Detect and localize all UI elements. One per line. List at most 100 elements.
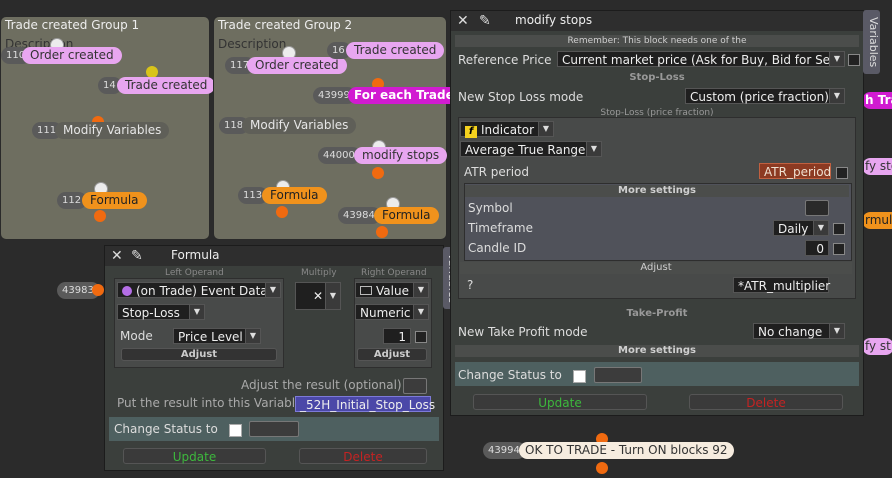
node-ok-to-trade[interactable]: OK TO TRADE - Turn ON blocks 92 — [519, 442, 734, 459]
pin-icon[interactable]: ✎ — [479, 14, 491, 28]
adjust-result-label: Adjust the result (optional): — [241, 378, 406, 392]
new-tp-mode-label: New Take Profit mode — [458, 325, 588, 339]
dialog-titlebar[interactable] — [451, 11, 863, 31]
take-profit-section: Take-Profit — [626, 308, 688, 319]
change-status-input[interactable] — [594, 367, 642, 383]
operator-select[interactable]: ✕ ▼ — [295, 282, 341, 310]
timeframe-select[interactable]: Daily ▼ — [773, 220, 829, 236]
update-button[interactable]: Update — [473, 394, 647, 410]
node-modify-variables[interactable]: Modify Variables — [55, 122, 170, 139]
chevron-down-icon: ▼ — [413, 305, 428, 319]
left-source-select[interactable]: (on Trade) Event Data ▼ — [117, 282, 281, 298]
atr-period-input[interactable]: ATR_period — [759, 163, 831, 179]
right-value-input[interactable]: 1 — [383, 328, 411, 344]
node-port[interactable] — [94, 210, 106, 222]
delete-button[interactable]: Delete — [299, 448, 427, 464]
adjust-section: Adjust — [460, 262, 852, 274]
node-order-created[interactable]: Order created — [247, 57, 347, 74]
node-modify-stops[interactable]: modify stops — [354, 147, 448, 164]
dialog-titlebar[interactable] — [105, 246, 443, 266]
node-modify-stops-partial[interactable]: fy st — [862, 338, 892, 355]
put-result-label: Put the result into this Variable: — [117, 396, 307, 410]
node-trade-created[interactable]: Trade created — [117, 77, 216, 94]
adjust-input[interactable]: *ATR_multiplier — [733, 277, 830, 293]
candle-id-checkbox[interactable] — [833, 243, 845, 255]
remember-note: Remember: This block needs one of the — [455, 35, 859, 47]
candle-id-label: Candle ID — [468, 241, 527, 255]
node-for-each-trade-partial[interactable]: h Tra — [862, 92, 892, 109]
more-settings-label: More settings — [465, 185, 849, 197]
timeframe-checkbox[interactable] — [833, 223, 845, 235]
new-sl-mode-label: New Stop Loss mode — [458, 90, 584, 104]
node-port[interactable] — [376, 226, 388, 238]
change-status-checkbox[interactable] — [573, 370, 586, 383]
node-for-each-trade[interactable]: For each Trade — [348, 87, 460, 104]
node-formula[interactable]: Formula — [374, 207, 439, 224]
group-title: Trade created Group 2 — [218, 18, 353, 32]
delete-button[interactable]: Delete — [689, 394, 843, 410]
symbol-input[interactable] — [805, 200, 829, 216]
chevron-down-icon: ▼ — [189, 305, 204, 319]
node-modify-stops-partial[interactable]: fy sto — [862, 158, 892, 175]
node-modify-variables[interactable]: Modify Variables — [242, 117, 357, 134]
symbol-label: Symbol — [468, 201, 513, 215]
group-description: Description — [218, 37, 287, 51]
node-trade-created[interactable]: Trade created — [346, 42, 445, 59]
chevron-down-icon: ▼ — [265, 283, 280, 297]
new-sl-mode-select[interactable]: Custom (price fraction) ▼ — [685, 88, 845, 104]
pin-icon[interactable]: ✎ — [131, 249, 143, 263]
right-adjust-button[interactable]: Adjust — [357, 348, 427, 361]
change-status-input[interactable] — [249, 421, 299, 437]
node-formula-partial[interactable]: rmula — [862, 212, 892, 229]
dialog-title: modify stops — [515, 13, 593, 27]
chevron-down-icon: ▼ — [829, 89, 844, 103]
adjust-result-input[interactable] — [403, 378, 427, 394]
left-field-select[interactable]: Stop-Loss ▼ — [117, 304, 205, 320]
close-icon[interactable]: ✕ — [111, 249, 123, 263]
event-data-icon — [122, 286, 132, 296]
chevron-down-icon: ▼ — [586, 142, 601, 156]
result-variable-select[interactable]: _52H_Initial_Stop_Loss — [295, 396, 435, 412]
reference-price-checkbox[interactable] — [848, 54, 860, 66]
adjust-question: ? — [467, 278, 474, 292]
chevron-down-icon: ▼ — [413, 283, 428, 297]
mode-select[interactable]: Price Level ▼ — [173, 328, 261, 344]
strategy-editor-canvas: { "group1": { "title": "Trade created Gr… — [0, 0, 892, 478]
node-port[interactable] — [92, 284, 104, 296]
indicator-value-select[interactable]: Average True Range ▼ — [460, 141, 602, 157]
value-icon — [360, 286, 372, 295]
indicator-select[interactable]: f Indicator ▼ — [460, 121, 554, 138]
group-title: Trade created Group 1 — [5, 18, 140, 32]
stop-loss-section: Stop-Loss — [629, 72, 685, 83]
function-icon: f — [465, 126, 477, 138]
node-port[interactable] — [596, 462, 608, 474]
chevron-down-icon: ▼ — [325, 283, 340, 309]
chevron-down-icon: ▼ — [829, 324, 844, 338]
close-icon[interactable]: ✕ — [457, 14, 469, 28]
candle-id-input[interactable]: 0 — [805, 240, 829, 256]
left-adjust-button[interactable]: Adjust — [121, 348, 277, 361]
formula-dialog: ✕ ✎ Formula Left Operand Multiply Right … — [104, 245, 444, 471]
node-port[interactable] — [276, 206, 288, 218]
atr-period-checkbox[interactable] — [836, 167, 848, 179]
dialog-title: Formula — [171, 248, 220, 262]
modify-stops-dialog: ✕ ✎ modify stops Remember: This block ne… — [450, 10, 864, 416]
reference-price-select[interactable]: Current market price (Ask for Buy, Bid f… — [557, 51, 845, 67]
more-settings-label-2[interactable]: More settings — [455, 345, 859, 357]
right-value-checkbox[interactable] — [415, 331, 427, 343]
node-formula[interactable]: Formula — [82, 192, 147, 209]
chevron-down-icon: ▼ — [829, 52, 844, 66]
atr-period-label: ATR period — [464, 165, 529, 179]
variables-tab[interactable]: Variables — [863, 10, 880, 74]
node-order-created[interactable]: Order created — [22, 47, 122, 64]
update-button[interactable]: Update — [123, 448, 266, 464]
change-status-label: Change Status to — [458, 368, 562, 382]
change-status-checkbox[interactable] — [229, 424, 242, 437]
node-formula[interactable]: Formula — [262, 187, 327, 204]
right-format-select[interactable]: Numeric ▼ — [355, 304, 429, 320]
timeframe-label: Timeframe — [468, 221, 533, 235]
right-type-select[interactable]: Value ▼ — [355, 282, 429, 298]
new-tp-mode-select[interactable]: No change ▼ — [753, 323, 845, 339]
right-operand-label: Right Operand — [361, 268, 427, 278]
node-port[interactable] — [372, 167, 384, 179]
